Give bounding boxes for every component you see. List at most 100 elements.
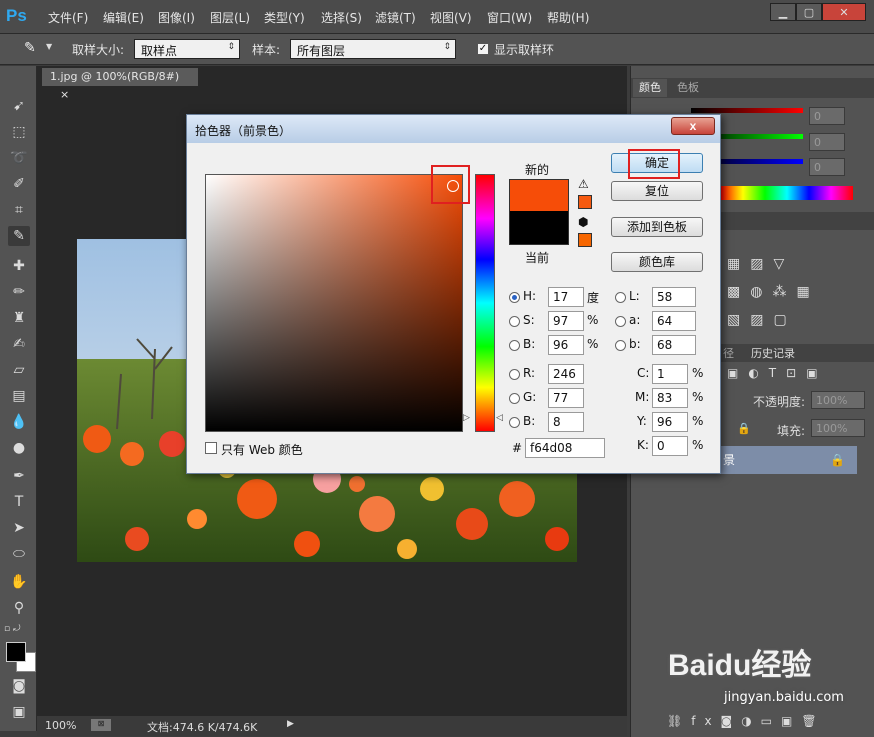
screen-mode-icon[interactable]: ▣ xyxy=(8,702,30,722)
brush-tool-icon[interactable]: ✏ xyxy=(8,282,30,302)
sample-size-select[interactable]: 取样点 ⇕ xyxy=(134,39,240,59)
yellow-field[interactable]: 96 xyxy=(652,412,688,432)
lab-b-field[interactable]: 68 xyxy=(652,335,696,355)
zoom-tool-icon[interactable]: ⚲ xyxy=(8,598,30,618)
document-tab[interactable]: 1.jpg @ 100%(RGB/8#) × xyxy=(42,68,198,101)
menu-image[interactable]: 图像(I) xyxy=(158,9,195,26)
eyedropper-tool-icon[interactable]: ✎ xyxy=(8,226,30,246)
quick-mask-icon[interactable]: ◙ xyxy=(8,676,30,696)
adjustment-icons-row3[interactable]: ▧▨▢ xyxy=(727,312,797,328)
maximize-icon[interactable]: ▢ xyxy=(796,3,822,21)
menu-view[interactable]: 视图(V) xyxy=(430,9,472,26)
black-field[interactable]: 0 xyxy=(652,436,688,456)
hue-radio[interactable] xyxy=(509,292,520,303)
quick-select-tool-icon[interactable]: ✐ xyxy=(8,174,30,194)
gamut-warning-icon[interactable]: ⚠ xyxy=(578,177,589,191)
saturation-field[interactable]: 97 xyxy=(548,311,584,331)
cyan-field[interactable]: 1 xyxy=(652,364,688,384)
lock-icon[interactable]: 🔒 xyxy=(737,422,751,435)
lasso-tool-icon[interactable]: ➰ xyxy=(8,148,30,168)
color-ramp[interactable] xyxy=(721,186,853,200)
layer-row[interactable]: 景 🔒 xyxy=(717,446,857,474)
eyedropper-icon[interactable]: ✎ xyxy=(24,40,42,58)
type-tool-icon[interactable]: T xyxy=(8,492,30,512)
menu-file[interactable]: 文件(F) xyxy=(48,9,88,26)
blue-radio[interactable] xyxy=(509,417,520,428)
saturation-radio[interactable] xyxy=(509,316,520,327)
hue-field[interactable]: 17 xyxy=(548,287,584,307)
menu-type[interactable]: 类型(Y) xyxy=(264,9,305,26)
menu-help[interactable]: 帮助(H) xyxy=(547,9,589,26)
web-only-checkbox[interactable] xyxy=(205,442,217,454)
pen-tool-icon[interactable]: ✒ xyxy=(8,466,30,486)
web-safe-cube-icon[interactable]: ⬢ xyxy=(578,215,588,229)
green-radio[interactable] xyxy=(509,393,520,404)
green-value[interactable]: 0 xyxy=(809,133,845,151)
marquee-tool-icon[interactable]: ⬚ xyxy=(8,122,30,142)
layer-bottom-icons[interactable]: ⛓fx◙◑▭▣🗑 xyxy=(667,714,826,728)
opacity-field[interactable]: 100% xyxy=(811,391,865,409)
blue-value[interactable]: 0 xyxy=(809,158,845,176)
foreground-color-swatch[interactable] xyxy=(6,642,26,662)
tab-swatches[interactable]: 色板 xyxy=(671,79,705,97)
reset-button[interactable]: 复位 xyxy=(611,181,703,201)
status-menu-arrow-icon[interactable]: ▶ xyxy=(287,719,294,729)
brightness-field[interactable]: 96 xyxy=(548,335,584,355)
adjustment-icons-row2[interactable]: ▩◍⁂▦ xyxy=(727,284,820,300)
baidu-watermark-url: jingyan.baidu.com xyxy=(724,690,844,705)
history-brush-tool-icon[interactable]: ✍ xyxy=(8,334,30,354)
hue-left-arrow-icon[interactable]: ▷ xyxy=(463,413,470,423)
sample-select[interactable]: 所有图层 ⇕ xyxy=(290,39,456,59)
menu-edit[interactable]: 编辑(E) xyxy=(103,9,144,26)
close-window-icon[interactable]: ✕ xyxy=(822,3,866,21)
adjustment-icons-row1[interactable]: ▦▨▽ xyxy=(727,256,794,272)
layer-filter-icons[interactable]: ▣◐T⊡▣ xyxy=(727,366,828,380)
red-field[interactable]: 246 xyxy=(548,364,584,384)
lab-a-field[interactable]: 64 xyxy=(652,311,696,331)
red-value[interactable]: 0 xyxy=(809,107,845,125)
shape-tool-icon[interactable]: ⬭ xyxy=(8,544,30,564)
stamp-tool-icon[interactable]: ♜ xyxy=(8,308,30,328)
blur-tool-icon[interactable]: 💧 xyxy=(8,412,30,432)
hex-field[interactable]: f64d08 xyxy=(525,438,605,458)
lab-l-field[interactable]: 58 xyxy=(652,287,696,307)
menu-select[interactable]: 选择(S) xyxy=(321,9,362,26)
healing-brush-tool-icon[interactable]: ✚ xyxy=(8,256,30,276)
red-slider[interactable] xyxy=(691,108,803,113)
menu-layer[interactable]: 图层(L) xyxy=(210,9,250,26)
red-radio[interactable] xyxy=(509,369,520,380)
lab-l-radio[interactable] xyxy=(615,292,626,303)
dodge-tool-icon[interactable]: ● xyxy=(8,438,30,458)
tab-history[interactable]: 历史记录 xyxy=(745,345,801,363)
tool-preset-arrow-icon[interactable]: ▼ xyxy=(46,42,52,51)
color-libraries-button[interactable]: 颜色库 xyxy=(611,252,703,272)
brightness-radio[interactable] xyxy=(509,340,520,351)
hand-tool-icon[interactable]: ✋ xyxy=(8,572,30,592)
eraser-tool-icon[interactable]: ▱ xyxy=(8,360,30,380)
menu-filter[interactable]: 滤镜(T) xyxy=(375,9,416,26)
web-safe-color-chip[interactable] xyxy=(578,233,592,247)
crop-tool-icon[interactable]: ⌗ xyxy=(8,200,30,220)
menu-window[interactable]: 窗口(W) xyxy=(487,9,532,26)
magenta-field[interactable]: 83 xyxy=(652,388,688,408)
tab-color[interactable]: 颜色 xyxy=(633,79,667,97)
dialog-close-button[interactable]: x xyxy=(671,117,715,135)
lab-b-radio[interactable] xyxy=(615,340,626,351)
move-tool-icon[interactable]: ➹ xyxy=(8,96,30,116)
lab-a-radio[interactable] xyxy=(615,316,626,327)
saturation-brightness-field[interactable] xyxy=(205,174,463,432)
hue-slider[interactable] xyxy=(475,174,495,432)
hue-right-arrow-icon[interactable]: ◁ xyxy=(496,413,503,423)
tab-close-icon[interactable]: × xyxy=(60,88,69,101)
path-select-tool-icon[interactable]: ➤ xyxy=(8,518,30,538)
gradient-tool-icon[interactable]: ▤ xyxy=(8,386,30,406)
fill-field[interactable]: 100% xyxy=(811,419,865,437)
minimize-icon[interactable]: ▁ xyxy=(770,3,796,21)
add-to-swatches-button[interactable]: 添加到色板 xyxy=(611,217,703,237)
show-ring-checkbox[interactable]: ✓ xyxy=(477,43,489,55)
baidu-watermark: Baidu经验 xyxy=(668,649,812,682)
blue-field[interactable]: 8 xyxy=(548,412,584,432)
gamut-color-chip[interactable] xyxy=(578,195,592,209)
swap-colors-icon[interactable]: ▫ ⤾ xyxy=(4,624,32,636)
green-field[interactable]: 77 xyxy=(548,388,584,408)
